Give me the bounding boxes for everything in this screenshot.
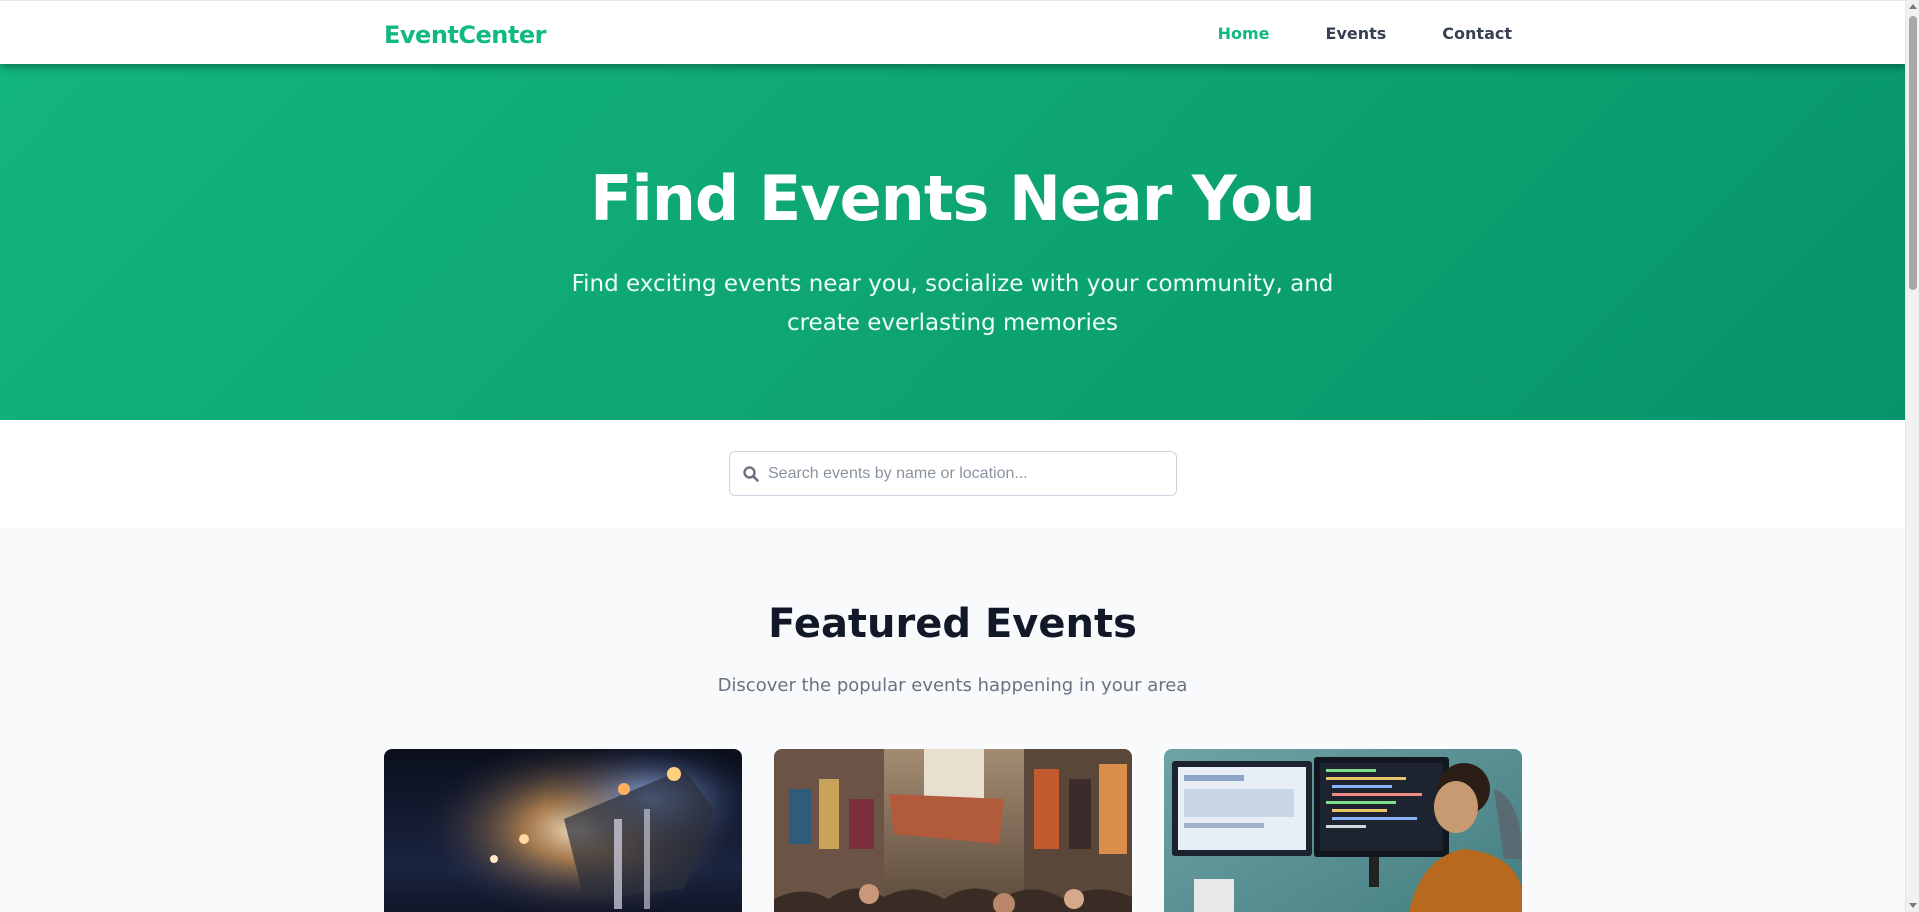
- search-box[interactable]: [729, 451, 1177, 496]
- search-icon: [742, 465, 760, 483]
- street-market-image: [774, 749, 1132, 912]
- page-scrollbar[interactable]: [1905, 0, 1919, 912]
- search-section: [0, 420, 1905, 528]
- hero-banner: Find Events Near You Find exciting event…: [0, 64, 1905, 420]
- concert-stage-image: [384, 749, 742, 912]
- nav-home-link[interactable]: Home: [1218, 24, 1270, 43]
- event-card-tech[interactable]: [1164, 749, 1522, 912]
- event-card-grid: [384, 749, 1522, 912]
- main-nav: Home Events Contact: [1218, 24, 1512, 43]
- brand-logo[interactable]: EventCenter: [384, 21, 546, 49]
- scroll-up-arrow-icon[interactable]: [1909, 4, 1917, 9]
- page: EventCenter Home Events Contact Find Eve…: [0, 0, 1905, 912]
- search-input[interactable]: [768, 452, 1168, 495]
- hero-subtitle: Find exciting events near you, socialize…: [571, 271, 1334, 336]
- nav-events-link[interactable]: Events: [1326, 24, 1387, 43]
- featured-events-title: Featured Events: [768, 601, 1137, 647]
- nav-contact-link[interactable]: Contact: [1442, 24, 1512, 43]
- developer-coding-image: [1164, 749, 1522, 912]
- scroll-down-arrow-icon[interactable]: [1909, 903, 1917, 908]
- hero-title: Find Events Near You: [590, 162, 1316, 235]
- top-navbar: EventCenter Home Events Contact: [0, 0, 1905, 64]
- event-card-concert[interactable]: [384, 749, 742, 912]
- featured-events-subtitle: Discover the popular events happening in…: [717, 675, 1188, 696]
- event-card-market[interactable]: [774, 749, 1132, 912]
- scroll-thumb[interactable]: [1909, 16, 1917, 290]
